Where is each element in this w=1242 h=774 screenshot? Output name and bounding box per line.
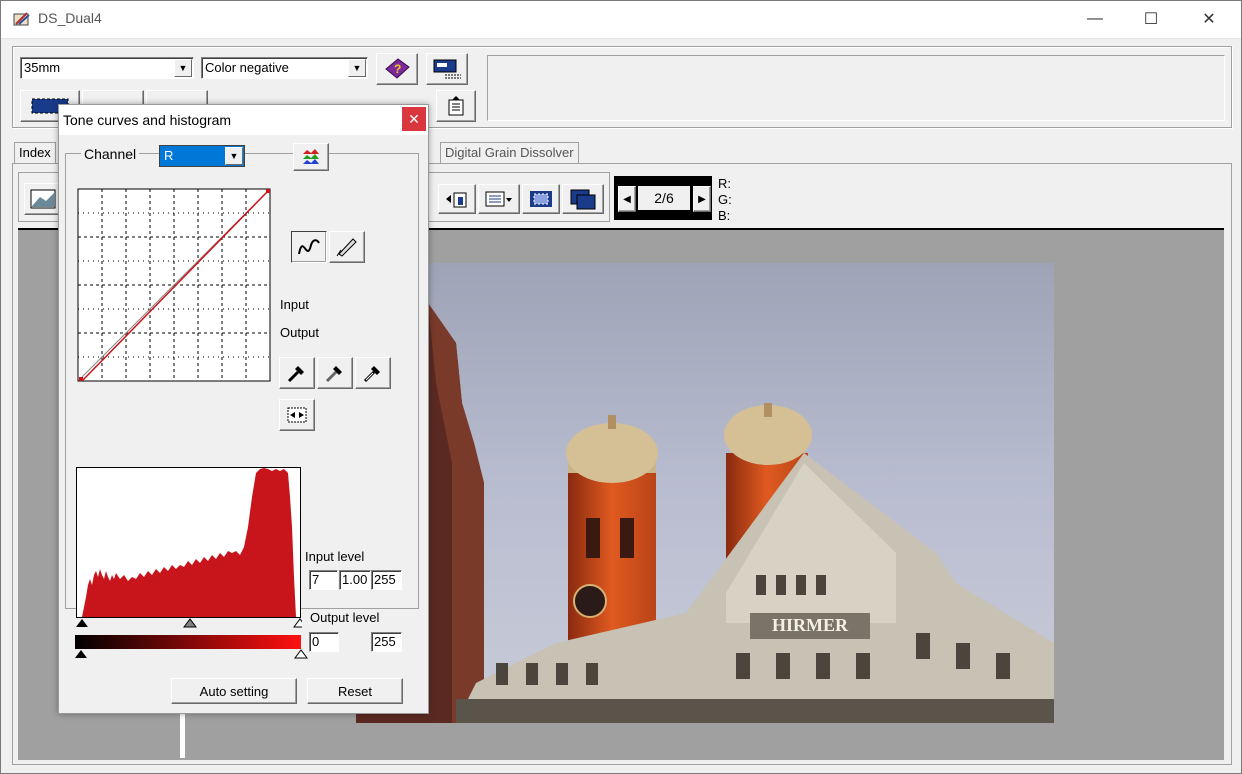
output-gradient bbox=[75, 635, 308, 659]
input-level-low-field[interactable]: 7 bbox=[309, 570, 338, 590]
rgb-readout: R: G: B: bbox=[718, 176, 732, 223]
crop-frame-icon bbox=[446, 192, 467, 208]
input-level-high-field[interactable]: 255 bbox=[371, 570, 402, 590]
output-level-low-field[interactable]: 0 bbox=[309, 632, 339, 652]
output-black-slider[interactable] bbox=[75, 650, 87, 658]
reset-button[interactable]: Reset bbox=[307, 678, 403, 704]
flip-arrows-icon bbox=[287, 407, 307, 423]
tone-curve-button[interactable] bbox=[24, 183, 62, 215]
rotate-button[interactable] bbox=[438, 184, 476, 214]
reverse-curve-button[interactable] bbox=[279, 399, 315, 431]
tab-digital-grain-dissolver[interactable]: Digital Grain Dissolver bbox=[440, 142, 579, 163]
gray-eyedropper-icon bbox=[325, 366, 342, 383]
frame-counter: 2/6 bbox=[638, 186, 690, 210]
tone-curve-graph[interactable] bbox=[77, 188, 271, 382]
help-button[interactable]: ? bbox=[376, 53, 418, 85]
hirmer-sign: HIRMER bbox=[772, 615, 849, 635]
window-title: DS_Dual4 bbox=[38, 10, 102, 26]
white-eyedropper-icon bbox=[363, 366, 380, 383]
freehand-mode-button[interactable] bbox=[329, 231, 365, 263]
input-gamma-slider[interactable] bbox=[183, 618, 197, 628]
pencil-icon bbox=[336, 238, 357, 257]
output-label: Output bbox=[280, 325, 320, 340]
white-point-button[interactable] bbox=[355, 357, 391, 389]
maximize-icon[interactable]: ☐ bbox=[1128, 0, 1174, 38]
preview-image: HIRMER bbox=[356, 263, 1054, 723]
settings-button[interactable] bbox=[436, 90, 476, 122]
info-list-button[interactable] bbox=[478, 184, 520, 214]
rgb-histogram-icon bbox=[303, 149, 319, 164]
curve-graph-icon bbox=[30, 189, 56, 209]
film-size-select[interactable]: 35mm ▼ bbox=[20, 57, 194, 79]
histogram bbox=[76, 467, 302, 628]
rgb-histogram-button[interactable] bbox=[293, 143, 329, 171]
status-panel bbox=[487, 55, 1225, 121]
chevron-down-icon: ▼ bbox=[174, 59, 192, 77]
gray-point-button[interactable] bbox=[317, 357, 353, 389]
smooth-curve-icon bbox=[298, 239, 320, 255]
input-black-slider[interactable] bbox=[76, 619, 88, 627]
list-dropdown-icon bbox=[485, 191, 512, 207]
arrow-right-icon: ▶ bbox=[698, 193, 706, 205]
arrow-left-icon: ◀ bbox=[623, 193, 631, 205]
title-bar: DS_Dual4 — ☐ ✕ bbox=[0, 0, 1242, 39]
dialog-close-button[interactable]: ✕ bbox=[402, 107, 426, 131]
output-level-label: Output level bbox=[310, 610, 380, 625]
input-white-slider[interactable] bbox=[293, 618, 302, 628]
prev-frame-button[interactable]: ◀ bbox=[618, 186, 636, 212]
document-settings-icon bbox=[448, 96, 464, 116]
close-icon: ✕ bbox=[408, 110, 420, 127]
black-eyedropper-icon bbox=[287, 366, 304, 383]
curve-mode-button[interactable] bbox=[291, 231, 327, 263]
black-point-button[interactable] bbox=[279, 357, 315, 389]
input-level-label: Input level bbox=[305, 549, 365, 564]
grain-button[interactable] bbox=[522, 184, 560, 214]
window-stack-icon bbox=[570, 189, 596, 210]
help-book-icon: ? bbox=[385, 58, 410, 79]
svg-text:?: ? bbox=[394, 62, 401, 76]
dialog-title-bar: Tone curves and histogram bbox=[59, 105, 428, 135]
tab-index[interactable]: Index bbox=[14, 142, 56, 163]
next-frame-button[interactable]: ▶ bbox=[693, 186, 711, 212]
close-icon[interactable]: ✕ bbox=[1186, 0, 1232, 38]
fit-window-button[interactable] bbox=[562, 184, 604, 214]
output-level-high-field[interactable]: 255 bbox=[371, 632, 402, 652]
channel-label: Channel bbox=[81, 146, 140, 162]
output-white-slider[interactable] bbox=[294, 649, 308, 659]
input-level-gamma-field[interactable]: 1.00 bbox=[339, 570, 371, 590]
checker-pattern-icon bbox=[530, 191, 552, 207]
app-icon bbox=[13, 12, 30, 26]
monitor-list-icon bbox=[433, 59, 461, 79]
minimize-icon[interactable]: — bbox=[1072, 0, 1118, 38]
chevron-down-icon: ▼ bbox=[225, 147, 243, 165]
preferences-button[interactable] bbox=[426, 53, 468, 85]
channel-select[interactable]: R ▼ bbox=[159, 145, 245, 167]
input-label: Input bbox=[280, 297, 309, 312]
tone-curves-dialog: Tone curves and histogram ✕ Channel R ▼ bbox=[58, 104, 429, 714]
chevron-down-icon: ▼ bbox=[348, 59, 366, 77]
auto-setting-button[interactable]: Auto setting bbox=[171, 678, 297, 704]
film-type-select[interactable]: Color negative ▼ bbox=[201, 57, 368, 79]
